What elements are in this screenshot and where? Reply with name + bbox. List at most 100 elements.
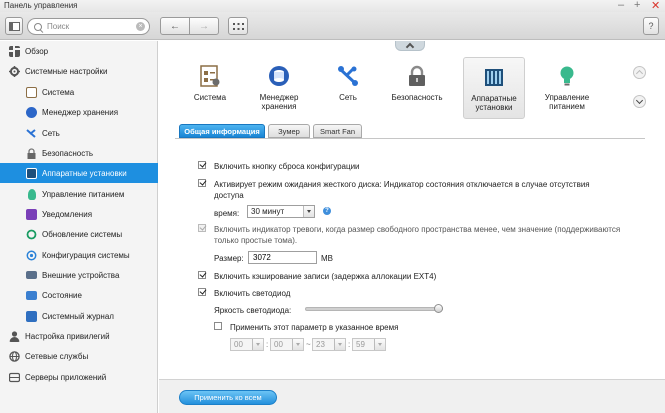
sidebar-item-label: Внешние устройства xyxy=(42,270,120,280)
to-minute-select[interactable]: 59 xyxy=(352,338,386,351)
sidebar-item-label: Менеджер хранения xyxy=(42,107,119,117)
chevron-down-icon xyxy=(635,96,644,104)
from-minute-select[interactable]: 00 xyxy=(270,338,304,351)
sidebar-item-label: Состояние xyxy=(42,290,82,300)
system-icon xyxy=(26,86,37,98)
sidebar-item-network-services[interactable]: Сетевые службы xyxy=(0,346,158,366)
category-label: Управление питанием xyxy=(544,93,590,111)
sidebar-item-system-settings[interactable]: Системные настройки xyxy=(0,61,158,81)
brightness-slider[interactable] xyxy=(305,307,443,311)
tab-bar: Общая информация Зумер Smart Fan xyxy=(179,124,365,138)
bulb-icon xyxy=(28,188,36,200)
sidebar-item-power[interactable]: Управление питанием xyxy=(0,184,158,204)
write-cache-label: Включить кэширование записи (задержка ал… xyxy=(214,272,437,281)
search-box[interactable]: × xyxy=(27,18,150,35)
toolbar: × ← → ? xyxy=(0,12,665,40)
category-power[interactable]: Управление питанием xyxy=(536,57,598,119)
search-icon xyxy=(34,22,42,31)
write-cache-checkbox[interactable] xyxy=(198,271,206,279)
category-network[interactable]: Сеть xyxy=(317,57,379,119)
category-label: Безопасность xyxy=(391,93,443,102)
sidebar-item-security[interactable]: Безопасность xyxy=(0,143,158,163)
apply-to-all-button[interactable]: Применить ко всем xyxy=(179,390,277,405)
hardware-category-icon xyxy=(485,69,503,86)
sidebar-item-app-servers[interactable]: Серверы приложений xyxy=(0,367,158,387)
sidebar-item-system-log[interactable]: Системный журнал xyxy=(0,306,158,326)
chevron-down-icon xyxy=(374,339,385,350)
sidebar-item-privileges[interactable]: Настройка привилегий xyxy=(0,326,158,346)
sidebar-item-storage-manager[interactable]: Менеджер хранения xyxy=(0,102,158,122)
config-icon xyxy=(26,250,37,260)
overview-icon xyxy=(9,45,20,57)
led-checkbox[interactable] xyxy=(198,288,206,296)
arrow-left-icon: ← xyxy=(170,20,180,32)
help-button[interactable]: ? xyxy=(643,17,659,35)
sidebar-item-external-devices[interactable]: Внешние устройства xyxy=(0,265,158,285)
sidebar-item-label: Обновление системы xyxy=(42,229,123,239)
category-label: Аппаратные установки xyxy=(471,94,517,112)
close-icon[interactable]: ✕ xyxy=(651,0,660,12)
standby-time-label: время: xyxy=(214,209,240,218)
hdd-standby-setting: Активирует режим ожидания жесткого диска… xyxy=(198,179,648,201)
refresh-icon xyxy=(26,229,37,239)
hdd-standby-checkbox[interactable] xyxy=(198,179,206,187)
collapse-categories-button[interactable] xyxy=(395,41,425,52)
standby-time-select[interactable]: 30 минут xyxy=(247,205,315,218)
search-input[interactable] xyxy=(47,22,137,31)
time-separator: : xyxy=(348,340,351,349)
clear-search-icon[interactable]: × xyxy=(136,22,145,31)
category-security[interactable]: Безопасность xyxy=(386,57,448,119)
sidebar-item-label: Уведомления xyxy=(42,209,93,219)
log-icon xyxy=(26,310,37,322)
from-hour-select[interactable]: 00 xyxy=(230,338,264,351)
category-storage[interactable]: Менеджер хранения xyxy=(248,57,310,119)
sidebar-item-network[interactable]: Сеть xyxy=(0,123,158,143)
category-scroll-up-button[interactable] xyxy=(633,66,646,79)
window-title: Панель управления xyxy=(4,1,78,10)
to-hour-select[interactable]: 23 xyxy=(312,338,346,351)
forward-button[interactable]: → xyxy=(189,17,219,35)
brightness-slider-handle[interactable] xyxy=(434,304,443,313)
sidebar-item-status[interactable]: Состояние xyxy=(0,285,158,305)
apps-button[interactable] xyxy=(228,17,248,35)
sidebar-item-label: Настройка привилегий xyxy=(25,331,110,341)
sidebar-item-notifications[interactable]: Уведомления xyxy=(0,204,158,224)
category-label: Сеть xyxy=(339,93,357,102)
chevron-down-icon xyxy=(334,339,345,350)
category-hardware[interactable]: Аппаратные установки xyxy=(463,57,525,119)
chevron-down-icon xyxy=(303,206,314,217)
monitor-icon xyxy=(26,290,37,300)
hdd-standby-label: Активирует режим ожидания жесткого диска… xyxy=(214,180,590,200)
sidebar-item-overview[interactable]: Обзор xyxy=(0,41,158,61)
database-icon xyxy=(26,106,37,118)
minimize-icon[interactable]: – xyxy=(618,0,624,11)
sidebar-item-system-update[interactable]: Обновление системы xyxy=(0,224,158,244)
tab-buzzer[interactable]: Зумер xyxy=(268,124,310,138)
notification-icon xyxy=(26,208,37,220)
system-settings-icon xyxy=(200,65,220,87)
storage-icon xyxy=(269,66,289,86)
tab-general[interactable]: Общая информация xyxy=(179,124,265,138)
reset-button-setting: Включить кнопку сброса конфигурации xyxy=(198,161,360,172)
help-icon: ? xyxy=(648,21,654,31)
reset-button-label: Включить кнопку сброса конфигурации xyxy=(214,162,360,171)
schedule-checkbox[interactable] xyxy=(214,322,222,330)
size-label: Размер: xyxy=(214,254,244,263)
sidebar-item-hardware[interactable]: Аппаратные установки xyxy=(0,163,158,183)
size-input[interactable] xyxy=(248,251,317,264)
alarm-light-label: Включить индикатор тревоги, когда размер… xyxy=(214,225,621,245)
reset-button-checkbox[interactable] xyxy=(198,161,206,169)
maximize-icon[interactable]: + xyxy=(634,0,640,11)
back-button[interactable]: ← xyxy=(160,17,190,35)
alarm-light-checkbox[interactable] xyxy=(198,224,206,232)
alarm-light-setting: Включить индикатор тревоги, когда размер… xyxy=(198,224,658,246)
grid-icon xyxy=(232,22,244,30)
globe-icon xyxy=(9,350,20,362)
sidebar-toggle-button[interactable] xyxy=(5,17,23,35)
tab-smart-fan[interactable]: Smart Fan xyxy=(313,124,362,138)
category-scroll-down-button[interactable] xyxy=(633,95,646,108)
sidebar-item-system-config[interactable]: Конфигурация системы xyxy=(0,245,158,265)
help-icon[interactable]: ? xyxy=(323,207,331,215)
category-system[interactable]: Система xyxy=(179,57,241,119)
sidebar-item-system[interactable]: Система xyxy=(0,82,158,102)
